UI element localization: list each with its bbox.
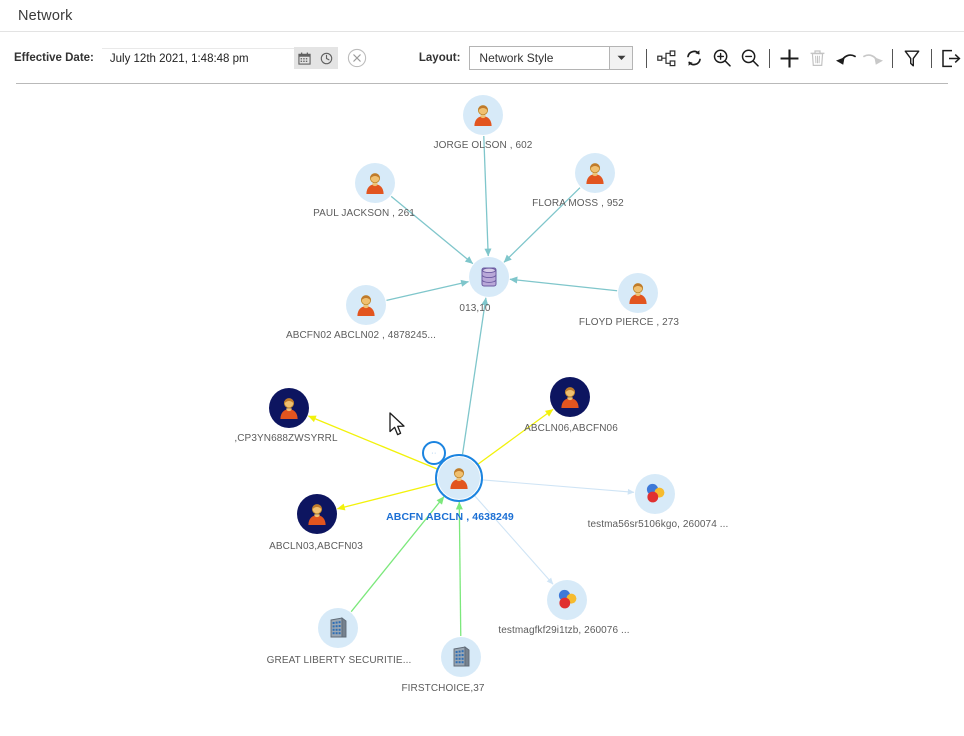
- add-icon[interactable]: [775, 45, 803, 71]
- calendar-icon-glyph: [298, 52, 312, 65]
- filter-icon[interactable]: [898, 45, 926, 71]
- person-icon: [308, 504, 326, 525]
- graph-node-floyd[interactable]: [618, 273, 658, 313]
- zoom-in-icon[interactable]: [708, 45, 736, 71]
- graph-edge[interactable]: [386, 279, 469, 301]
- layout-select-value: Network Style: [479, 51, 554, 65]
- redo-icon-glyph: [863, 53, 883, 65]
- clear-circle-icon: [347, 48, 367, 68]
- graph-edge-layer: [308, 135, 635, 637]
- building-icon: [453, 646, 470, 667]
- page-title: Network: [18, 7, 73, 24]
- person-icon: [357, 295, 375, 316]
- delete-icon[interactable]: [803, 45, 831, 71]
- page-header: Network: [0, 0, 964, 32]
- network-graph-canvas[interactable]: JORGE OLSON , 602 PAUL JACKSON , 261 FLORA…: [0, 85, 964, 736]
- effective-date-label: Effective Date:: [14, 52, 94, 64]
- layout-label: Layout:: [418, 52, 461, 64]
- redo-icon[interactable]: [859, 45, 887, 71]
- graph-node-abcfn02[interactable]: [346, 285, 386, 325]
- database-icon: [481, 267, 497, 287]
- person-icon: [629, 283, 647, 304]
- graph-edge[interactable]: [350, 496, 445, 613]
- group-icon: [646, 483, 665, 503]
- graph-edge[interactable]: [483, 135, 492, 257]
- graph-node-firstch[interactable]: [441, 637, 481, 677]
- group-icon: [558, 589, 577, 609]
- graph-edge[interactable]: [390, 195, 474, 265]
- graph-node-testma56[interactable]: [635, 474, 675, 514]
- zoom-in-icon-glyph: [714, 49, 732, 67]
- graph-edge[interactable]: [509, 276, 618, 292]
- graph-edge[interactable]: [478, 408, 554, 465]
- layout-select[interactable]: Network Style: [469, 46, 634, 70]
- hierarchy-layout-icon-glyph: [657, 49, 676, 66]
- toolbar-separator: [769, 48, 771, 68]
- chevron-down-icon: [609, 47, 633, 69]
- clock-icon[interactable]: [315, 47, 338, 69]
- toolbar-separator: [646, 48, 648, 68]
- graph-edge[interactable]: [336, 483, 436, 511]
- toolbar-separator: [931, 48, 933, 68]
- clock-icon-glyph: [321, 52, 333, 64]
- graph-node-flora[interactable]: [575, 153, 615, 193]
- zoom-out-icon-glyph: [742, 49, 760, 67]
- graph-edge[interactable]: [474, 495, 554, 585]
- graph-node-db013[interactable]: [469, 257, 509, 297]
- undo-icon-glyph: [835, 53, 856, 65]
- delete-icon-glyph: [810, 50, 825, 66]
- person-icon: [450, 468, 468, 489]
- graph-node-abcln06[interactable]: [550, 377, 590, 417]
- export-icon-glyph: [942, 49, 961, 67]
- toolbar: Effective Date: July 12th 2021, 1:48:48 …: [0, 32, 964, 84]
- graph-node-abcln03[interactable]: [297, 494, 337, 534]
- person-icon: [366, 173, 384, 194]
- export-icon[interactable]: [937, 45, 964, 71]
- effective-date-input[interactable]: July 12th 2021, 1:48:48 pm: [101, 47, 294, 69]
- building-icon: [330, 617, 347, 638]
- graph-edge[interactable]: [503, 187, 581, 263]
- chevron-down-icon-glyph: [617, 55, 626, 60]
- effective-date-group: July 12th 2021, 1:48:48 pm: [101, 46, 369, 70]
- toolbar-icon-group: [641, 45, 964, 71]
- node-collapse-badge[interactable]: ··: [422, 441, 446, 465]
- person-icon: [280, 398, 298, 419]
- person-icon: [561, 387, 579, 408]
- person-icon: [474, 105, 492, 126]
- refresh-icon[interactable]: [680, 45, 708, 71]
- graph-edge[interactable]: [461, 297, 489, 455]
- person-icon: [586, 163, 604, 184]
- graph-node-testmagf[interactable]: [547, 580, 587, 620]
- filter-icon-glyph: [905, 50, 920, 66]
- calendar-icon[interactable]: [293, 47, 316, 69]
- graph-node-paul[interactable]: [355, 163, 395, 203]
- graph-node-greatlib[interactable]: [318, 608, 358, 648]
- undo-icon[interactable]: [831, 45, 859, 71]
- zoom-out-icon[interactable]: [736, 45, 764, 71]
- graph-node-jorge[interactable]: [463, 95, 503, 135]
- graph-edge[interactable]: [482, 479, 635, 495]
- hierarchy-layout-icon[interactable]: [652, 45, 680, 71]
- add-icon-glyph: [780, 49, 799, 67]
- graph-node-cp3yn[interactable]: [269, 388, 309, 428]
- graph-edge[interactable]: [455, 501, 463, 637]
- toolbar-separator: [892, 48, 894, 68]
- refresh-icon-glyph: [687, 50, 702, 66]
- clear-date-button[interactable]: [345, 46, 369, 70]
- graph-edge[interactable]: [308, 415, 438, 470]
- layout-group: Layout: Network Style: [419, 46, 634, 70]
